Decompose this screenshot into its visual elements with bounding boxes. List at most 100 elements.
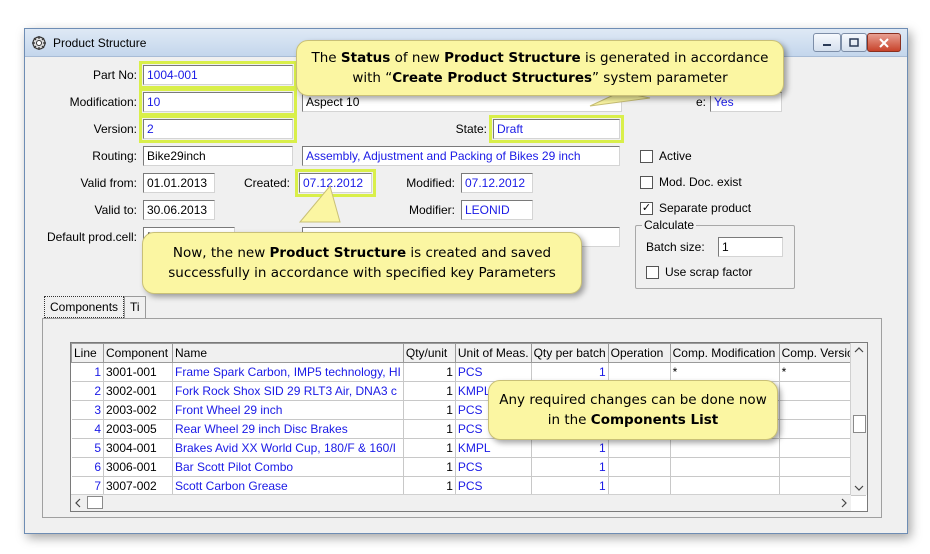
cell-line[interactable]: 1 bbox=[71, 362, 104, 382]
cell-qty-unit[interactable]: 1 bbox=[403, 381, 456, 401]
cell-comp-modification[interactable] bbox=[670, 457, 780, 477]
created-callout-bold-1: Product Structure bbox=[269, 245, 407, 261]
cell-qty-unit[interactable]: 1 bbox=[403, 438, 456, 458]
cell-name[interactable]: Frame Spark Carbon, IMP5 technology, HI bbox=[172, 362, 404, 382]
cell-qty-unit[interactable]: 1 bbox=[403, 476, 456, 496]
cell-line[interactable]: 5 bbox=[71, 438, 104, 458]
cell-component[interactable]: 3004-001 bbox=[103, 438, 173, 458]
cell-qty-unit[interactable]: 1 bbox=[403, 400, 456, 420]
separate-product-checkbox[interactable]: ✓ Separate product bbox=[640, 201, 751, 215]
valid-from-label: Valid from: bbox=[80, 176, 137, 190]
horizontal-scrollbar[interactable] bbox=[71, 494, 851, 511]
cell-component[interactable]: 2003-002 bbox=[103, 400, 173, 420]
cell-line[interactable]: 7 bbox=[71, 476, 104, 496]
scroll-up-icon[interactable] bbox=[851, 343, 867, 357]
cell-unit-of-meas[interactable]: PCS bbox=[454, 362, 532, 382]
cell-name[interactable]: Bar Scott Pilot Combo bbox=[172, 457, 404, 477]
cell-name[interactable]: Front Wheel 29 inch bbox=[172, 400, 404, 420]
header-qty-per-batch[interactable]: Qty per batch bbox=[530, 343, 609, 363]
header-component[interactable]: Component bbox=[103, 343, 173, 363]
scrap-factor-checkbox[interactable]: Use scrap factor bbox=[646, 265, 752, 279]
scroll-down-icon[interactable] bbox=[851, 481, 867, 495]
cell-qty-unit[interactable]: 1 bbox=[403, 457, 456, 477]
cell-line[interactable]: 4 bbox=[71, 419, 104, 439]
cell-comp-modification[interactable] bbox=[670, 438, 780, 458]
cell-comp-modification[interactable]: * bbox=[670, 362, 780, 382]
separate-product-checkbox-box[interactable]: ✓ bbox=[640, 201, 653, 215]
tab-timing[interactable]: Ti bbox=[124, 296, 146, 318]
cell-line[interactable]: 3 bbox=[71, 400, 104, 420]
modified-field[interactable]: 07.12.2012 bbox=[461, 173, 533, 193]
version-field[interactable]: 2 bbox=[139, 115, 297, 143]
mod-doc-checkbox[interactable]: Mod. Doc. exist bbox=[640, 175, 742, 189]
cell-unit-of-meas[interactable]: PCS bbox=[454, 476, 532, 496]
tab-components[interactable]: Components bbox=[44, 296, 125, 318]
cell-qty-unit[interactable]: 1 bbox=[403, 419, 456, 439]
header-qty-unit[interactable]: Qty/unit bbox=[402, 343, 456, 363]
header-operation[interactable]: Operation bbox=[607, 343, 671, 363]
vertical-scroll-thumb[interactable] bbox=[853, 415, 866, 433]
scroll-right-icon[interactable] bbox=[837, 495, 851, 511]
cell-qty-per-batch[interactable]: 1 bbox=[530, 476, 609, 496]
created-field[interactable]: 07.12.2012 bbox=[295, 169, 376, 197]
cell-unit-of-meas[interactable]: KMPL bbox=[454, 438, 532, 458]
batch-size-field[interactable]: 1 bbox=[718, 237, 783, 257]
version-label: Version: bbox=[93, 122, 137, 136]
cell-name[interactable]: Brakes Avid XX World Cup, 180/F & 160/I bbox=[172, 438, 404, 458]
batch-size-label: Batch size: bbox=[646, 240, 705, 254]
routing-label: Routing: bbox=[92, 149, 137, 163]
status-callout-bold-3: Create Product Structures bbox=[392, 70, 593, 86]
cell-qty-unit[interactable]: 1 bbox=[403, 362, 456, 382]
table-row[interactable]: 7 3007-002 Scott Carbon Grease 1 PCS 1 bbox=[71, 476, 866, 496]
cell-line[interactable]: 2 bbox=[71, 381, 104, 401]
active-checkbox-box[interactable] bbox=[640, 149, 653, 163]
modifier-field[interactable]: LEONID bbox=[461, 200, 533, 220]
horizontal-scroll-thumb[interactable] bbox=[87, 496, 103, 509]
vertical-scrollbar[interactable] bbox=[850, 343, 867, 495]
table-row[interactable]: 1 3001-001 Frame Spark Carbon, IMP5 techno… bbox=[71, 362, 866, 382]
cell-operation[interactable] bbox=[608, 362, 671, 382]
routing-description[interactable]: Assembly, Adjustment and Packing of Bike… bbox=[302, 146, 620, 166]
modification-field[interactable]: 10 bbox=[139, 88, 297, 116]
cell-qty-per-batch[interactable]: 1 bbox=[530, 362, 609, 382]
cell-name[interactable]: Rear Wheel 29 inch Disc Brakes bbox=[172, 419, 404, 439]
cell-component[interactable]: 3001-001 bbox=[103, 362, 173, 382]
part-no-field[interactable]: 1004-001 bbox=[139, 61, 297, 89]
valid-from-field[interactable]: 01.01.2013 bbox=[143, 173, 215, 193]
active-checkbox[interactable]: Active bbox=[640, 149, 692, 163]
cell-name[interactable]: Scott Carbon Grease bbox=[172, 476, 404, 496]
mod-doc-checkbox-box[interactable] bbox=[640, 175, 653, 189]
created-callout-text: Now, the new Product Structure is create… bbox=[153, 243, 571, 283]
cell-component[interactable]: 2003-005 bbox=[103, 419, 173, 439]
cell-unit-of-meas[interactable]: PCS bbox=[454, 457, 532, 477]
table-row[interactable]: 6 3006-001 Bar Scott Pilot Combo 1 PCS 1 bbox=[71, 457, 866, 477]
cell-line[interactable]: 6 bbox=[71, 457, 104, 477]
cell-operation[interactable] bbox=[608, 476, 671, 496]
header-line[interactable]: Line bbox=[71, 343, 104, 363]
cell-component[interactable]: 3006-001 bbox=[103, 457, 173, 477]
state-field[interactable]: Draft bbox=[489, 115, 624, 143]
cell-component[interactable]: 3007-002 bbox=[103, 476, 173, 496]
minimize-button[interactable] bbox=[813, 33, 841, 52]
header-comp-modification[interactable]: Comp. Modification bbox=[669, 343, 780, 363]
table-row[interactable]: 5 3004-001 Brakes Avid XX World Cup, 180/F… bbox=[71, 438, 866, 458]
cell-operation[interactable] bbox=[608, 438, 671, 458]
valid-to-field[interactable]: 30.06.2013 bbox=[143, 200, 215, 220]
cell-operation[interactable] bbox=[608, 457, 671, 477]
cell-comp-modification[interactable] bbox=[670, 476, 780, 496]
maximize-button[interactable] bbox=[841, 33, 867, 52]
created-callout-text-1: Now, the new bbox=[172, 245, 270, 261]
cell-qty-per-batch[interactable]: 1 bbox=[530, 457, 609, 477]
header-unit-of-meas[interactable]: Unit of Meas. bbox=[454, 343, 532, 363]
scroll-left-icon[interactable] bbox=[71, 495, 85, 511]
created-callout: Now, the new Product Structure is create… bbox=[142, 232, 582, 294]
cell-component[interactable]: 3002-001 bbox=[103, 381, 173, 401]
status-callout-text-4: ” system parameter bbox=[592, 70, 728, 86]
modification-label: Modification: bbox=[69, 95, 137, 109]
cell-qty-per-batch[interactable]: 1 bbox=[530, 438, 609, 458]
scrap-factor-checkbox-box[interactable] bbox=[646, 265, 659, 279]
close-button[interactable] bbox=[867, 33, 901, 52]
cell-name[interactable]: Fork Rock Shox SID 29 RLT3 Air, DNA3 c bbox=[172, 381, 404, 401]
header-name[interactable]: Name bbox=[172, 343, 404, 363]
routing-field[interactable]: Bike29inch bbox=[143, 146, 293, 166]
